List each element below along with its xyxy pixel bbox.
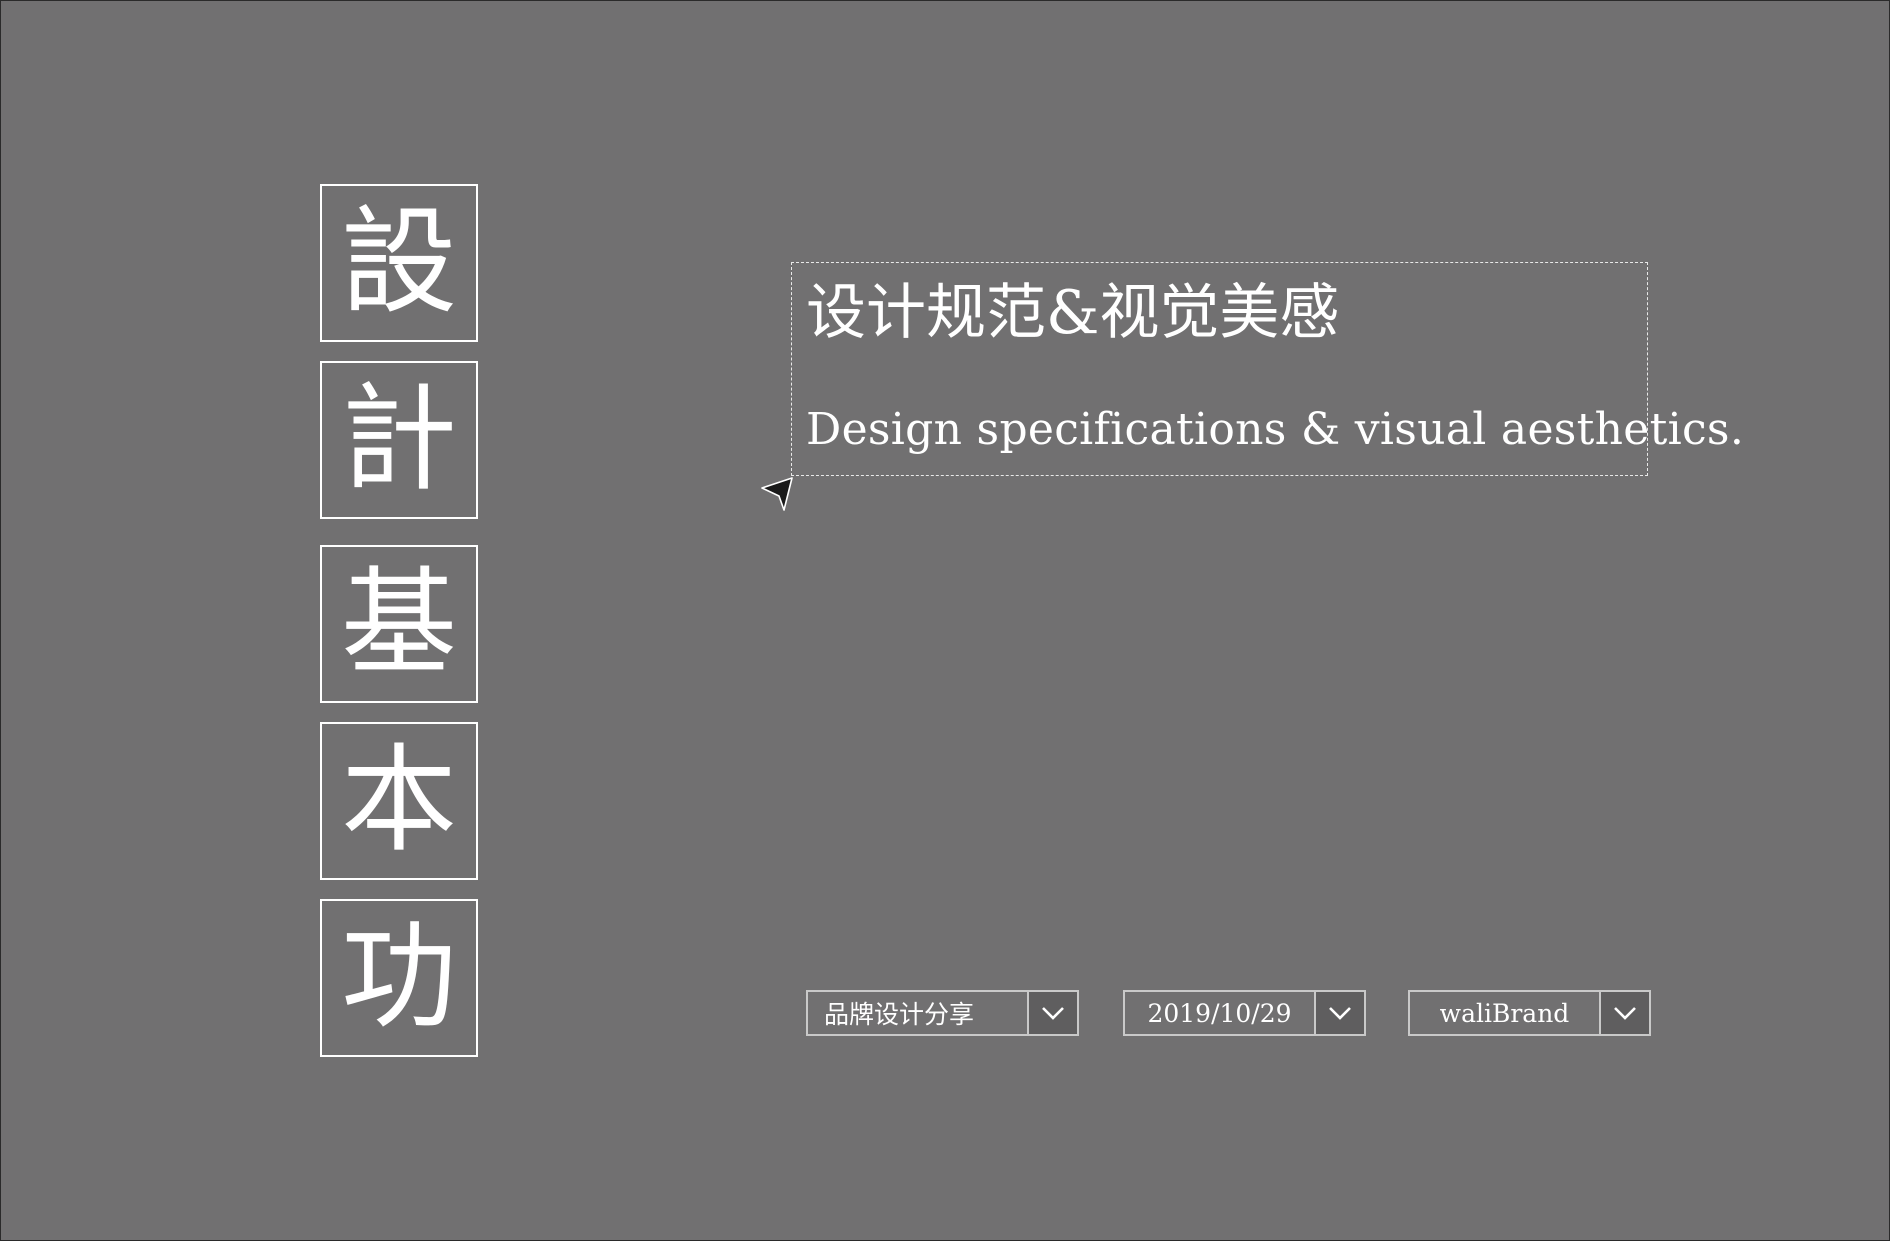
brand-dropdown[interactable]: waliBrand xyxy=(1408,990,1651,1036)
title-char: 功 xyxy=(341,910,457,1045)
chevron-down-icon[interactable] xyxy=(1027,992,1077,1034)
category-dropdown[interactable]: 品牌设计分享 xyxy=(806,990,1079,1036)
heading-chinese[interactable]: 设计规范&视觉美感 xyxy=(806,275,1339,351)
heading-english[interactable]: Design specifications & visual aesthetic… xyxy=(806,403,1744,457)
title-char: 設 xyxy=(341,195,457,330)
title-char-box: 功 xyxy=(320,899,478,1057)
category-dropdown-value: 品牌设计分享 xyxy=(824,1000,975,1029)
title-char-box: 計 xyxy=(320,361,478,519)
chevron-down-icon[interactable] xyxy=(1314,992,1364,1034)
brand-dropdown-value: waliBrand xyxy=(1439,998,1570,1028)
title-char: 基 xyxy=(341,556,457,691)
canvas-frame xyxy=(0,0,1890,1241)
date-dropdown-value: 2019/10/29 xyxy=(1147,998,1292,1028)
date-dropdown[interactable]: 2019/10/29 xyxy=(1123,990,1366,1036)
title-char: 本 xyxy=(341,733,457,868)
selected-text-box[interactable]: 设计规范&视觉美感 Design specifications & visual… xyxy=(791,262,1744,476)
title-char: 計 xyxy=(341,372,457,507)
title-char-box: 基 xyxy=(320,545,478,703)
cursor-arrow-icon xyxy=(761,477,793,511)
title-char-box: 設 xyxy=(320,184,478,342)
chevron-down-icon[interactable] xyxy=(1599,992,1649,1034)
title-char-box: 本 xyxy=(320,722,478,880)
